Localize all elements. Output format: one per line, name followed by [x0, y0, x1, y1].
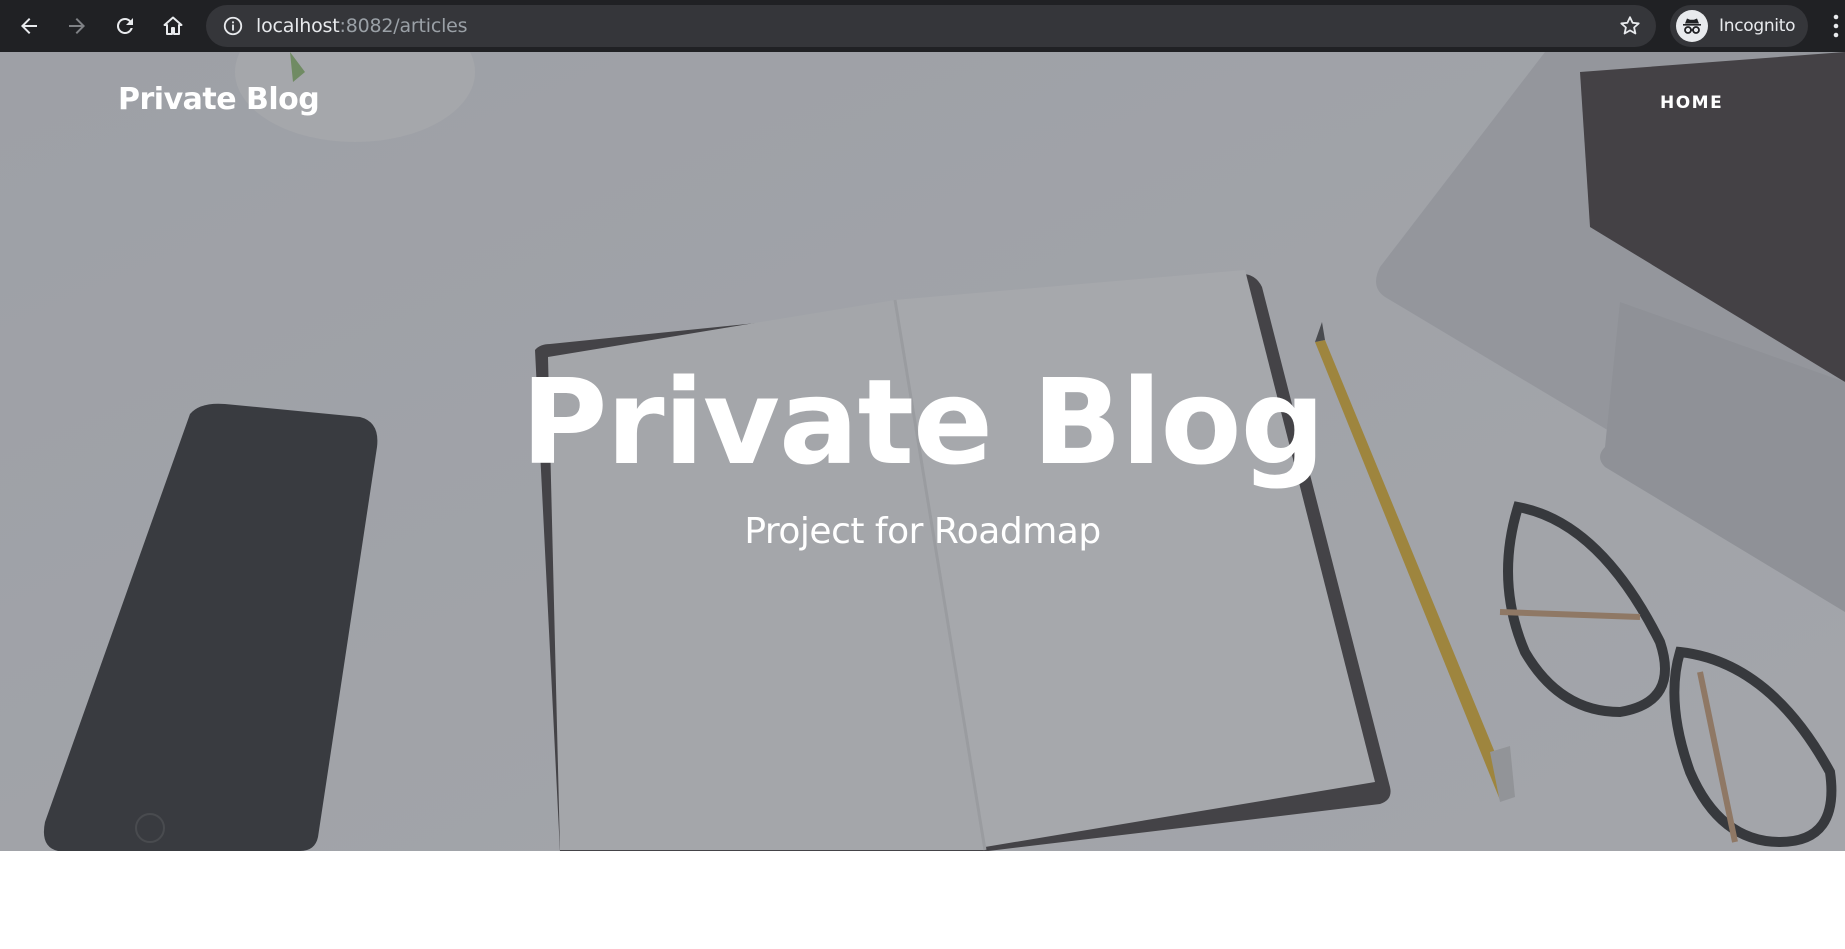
back-button[interactable] [9, 6, 49, 46]
hero-heading: Private Blog [520, 353, 1325, 491]
reload-icon [116, 17, 133, 34]
browser-toolbar: localhost:8082/articles Incognito [0, 0, 1845, 52]
forward-icon [69, 18, 85, 34]
incognito-label: Incognito [1719, 16, 1796, 36]
url-path: :8082/articles [339, 15, 468, 37]
address-bar[interactable]: localhost:8082/articles [206, 5, 1656, 47]
nav-home-link[interactable]: HOME [1660, 93, 1723, 113]
home-button[interactable] [153, 6, 193, 46]
home-icon [163, 16, 183, 35]
incognito-badge[interactable]: Incognito [1670, 5, 1808, 47]
menu-icon[interactable] [1830, 12, 1842, 40]
hero-section: Private Blog HOME Private Blog Project f… [0, 52, 1845, 851]
hero-subheading: Project for Roadmap [744, 511, 1101, 552]
url-text[interactable]: localhost:8082/articles [256, 15, 468, 37]
star-icon[interactable] [1618, 14, 1642, 38]
forward-button[interactable] [57, 6, 97, 46]
back-icon [21, 18, 37, 34]
incognito-icon [1676, 10, 1708, 42]
page-content-area [0, 851, 1845, 949]
reload-button[interactable] [105, 6, 145, 46]
info-icon[interactable] [222, 15, 244, 37]
site-brand-link[interactable]: Private Blog [118, 82, 320, 117]
url-host: localhost [256, 15, 340, 37]
